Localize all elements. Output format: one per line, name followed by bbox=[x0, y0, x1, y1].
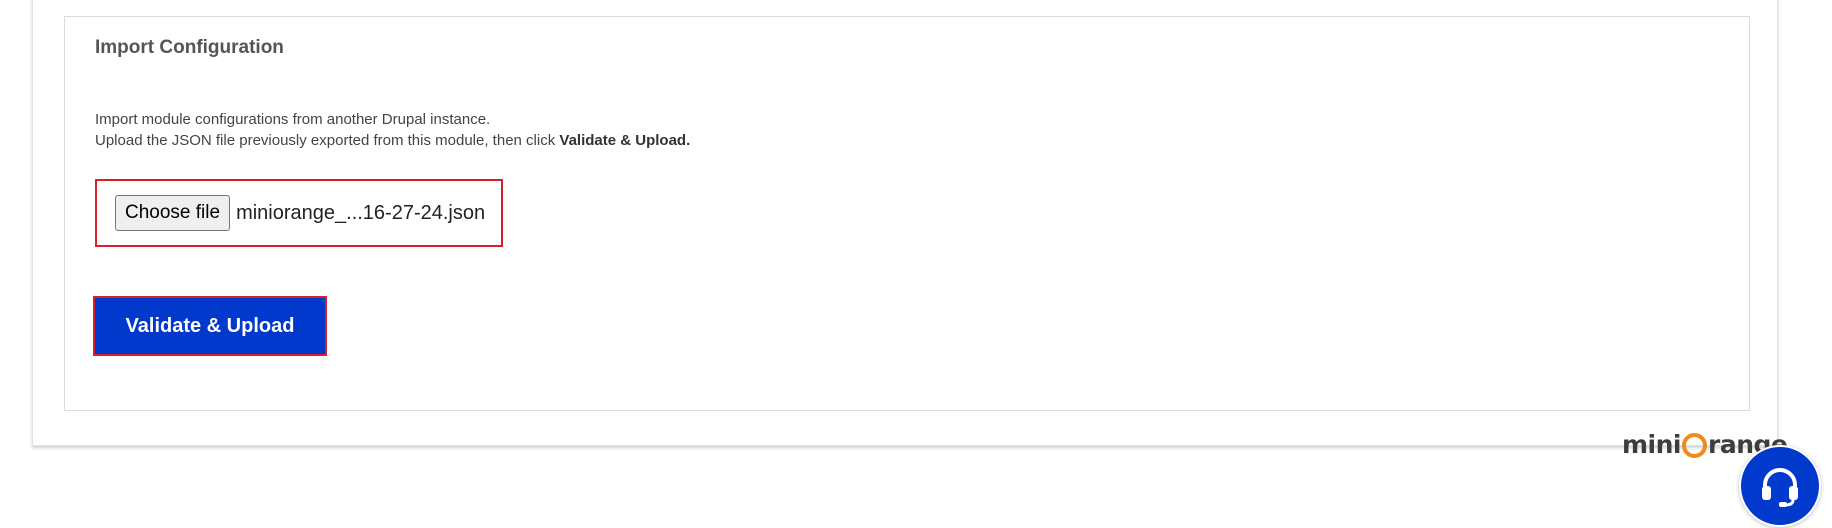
description-line-2: Upload the JSON file previously exported… bbox=[95, 130, 690, 151]
description-line-1: Import module configurations from anothe… bbox=[95, 111, 491, 128]
file-upload-field: Choose file miniorange_...16-27-24.json bbox=[95, 179, 503, 247]
support-chat-button[interactable] bbox=[1739, 445, 1821, 527]
choose-file-button[interactable]: Choose file bbox=[115, 195, 231, 231]
selected-file-name: miniorange_...16-27-24.json bbox=[236, 201, 486, 224]
validate-upload-button[interactable]: Validate & Upload bbox=[93, 296, 327, 356]
import-configuration-panel: Import Configuration Import module confi… bbox=[64, 16, 1750, 411]
import-description: Import module configurations from anothe… bbox=[95, 109, 690, 151]
logo-o-icon bbox=[1682, 433, 1707, 458]
description-line-2-text: Upload the JSON file previously exported… bbox=[95, 132, 560, 149]
description-line-2-emphasis: Validate & Upload. bbox=[559, 132, 691, 149]
headset-icon bbox=[1762, 468, 1798, 507]
panel-title: Import Configuration bbox=[95, 37, 284, 58]
logo-text-left: mini bbox=[1622, 430, 1682, 459]
